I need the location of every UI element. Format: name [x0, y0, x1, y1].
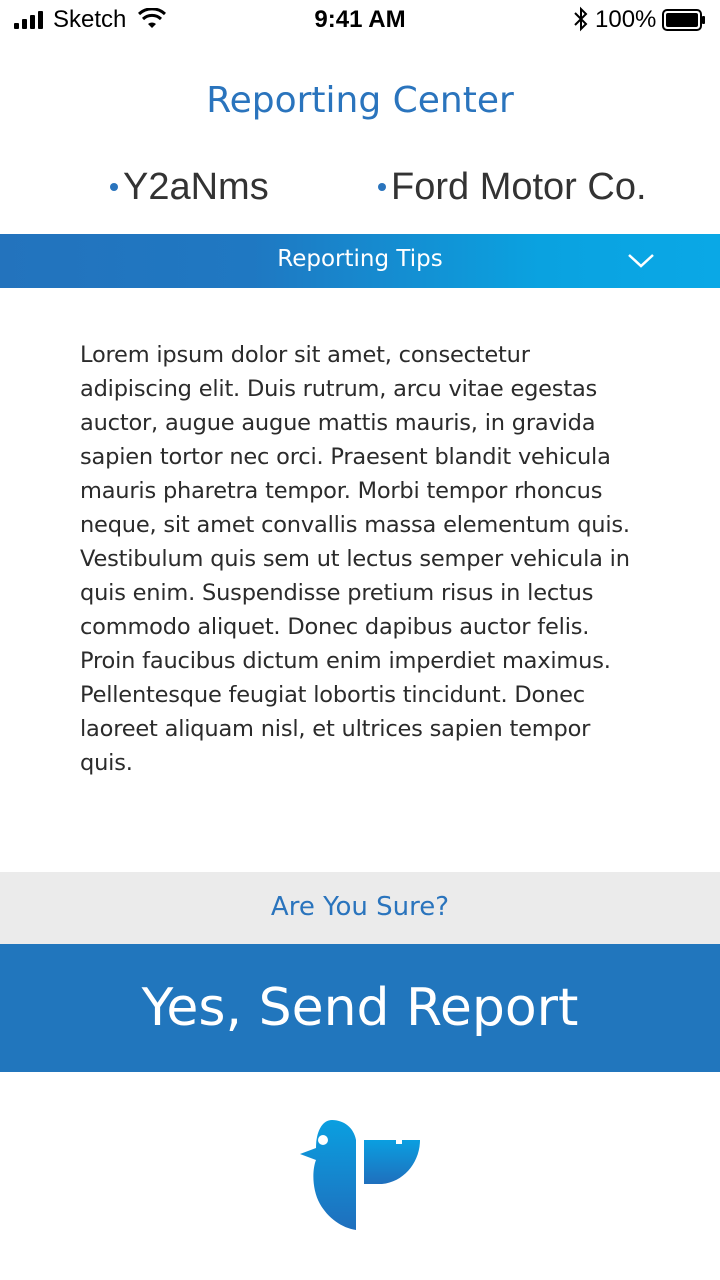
party-item-right: Ford Motor Co.	[378, 166, 647, 209]
battery-percent: 100%	[595, 6, 657, 33]
reporting-tips-body: Lorem ipsum dolor sit amet, consectetur …	[80, 342, 630, 776]
confirm-bar: Are You Sure?	[0, 872, 720, 944]
bird-logo-icon	[300, 1120, 420, 1230]
bullet-dot	[378, 182, 386, 191]
party-name: Ford Motor Co.	[391, 166, 647, 208]
reporting-tips-toggle[interactable]: Reporting Tips	[0, 234, 720, 288]
reporting-tips-label: Reporting Tips	[277, 246, 443, 272]
page-title: Reporting Center	[206, 80, 514, 121]
bluetooth-icon	[574, 6, 588, 32]
confirm-question: Are You Sure?	[270, 892, 450, 922]
chevron-down-icon[interactable]	[626, 250, 656, 272]
send-report-label: Yes, Send Report	[141, 978, 579, 1038]
party-item-left: Y2aNms	[110, 166, 269, 209]
send-report-button[interactable]: Yes, Send Report	[0, 944, 720, 1072]
party-name: Y2aNms	[123, 166, 269, 208]
battery-icon	[662, 9, 705, 31]
status-bar: Sketch 9:41 AM 100%	[0, 0, 720, 40]
bullet-dot	[110, 182, 118, 191]
